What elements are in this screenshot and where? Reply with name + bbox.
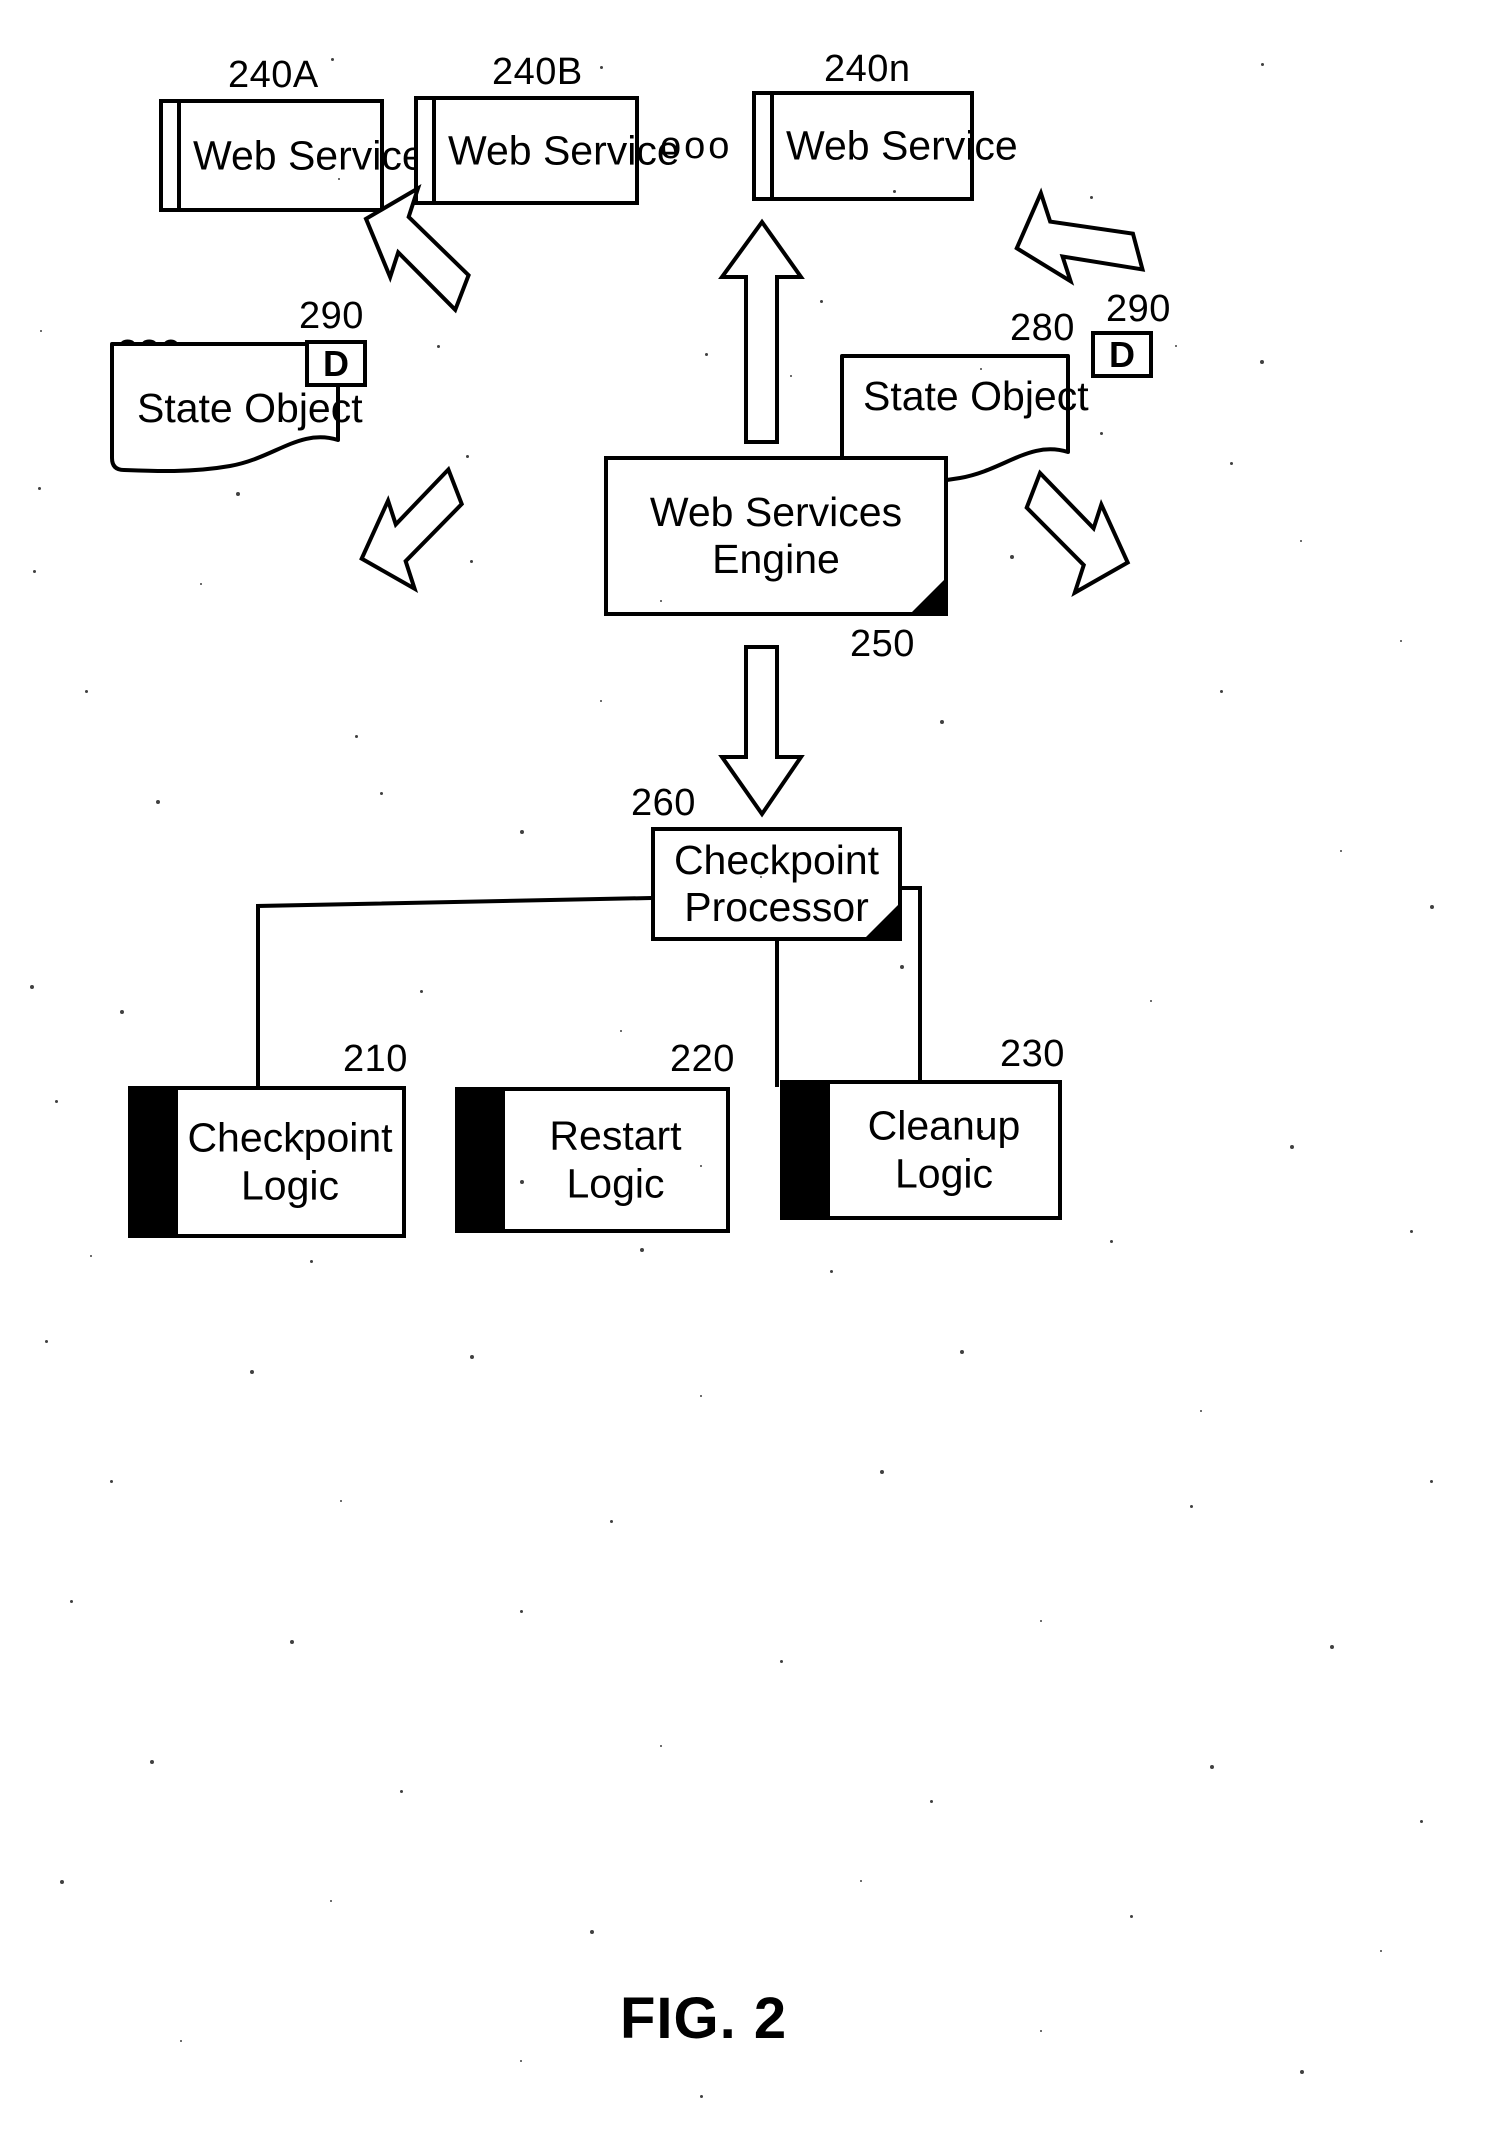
cleanup-logic-label: Cleanup Logic [830, 1102, 1058, 1199]
ellipsis-label: ooo [660, 125, 732, 168]
restart-logic-label: Restart Logic [505, 1112, 726, 1209]
logic-label-line1: Cleanup Logic [868, 1103, 1021, 1197]
web-service-box-240a[interactable]: Web Service [159, 99, 384, 212]
arrow-engine-to-processor [722, 647, 801, 814]
folded-corner-icon [865, 904, 899, 938]
checkpoint-processor-label: Checkpoint Processor [674, 837, 879, 931]
folded-corner-icon [911, 579, 945, 613]
state-object-label-right: State Object [863, 373, 1089, 420]
component-spine-icon [177, 99, 181, 212]
ref-label-290-right: 290 [1106, 290, 1171, 328]
ref-label-290-left: 290 [299, 297, 364, 335]
web-service-label: Web Service [786, 123, 966, 170]
restart-logic-box[interactable]: Restart Logic [455, 1087, 730, 1233]
arrow-engine-to-lower-left [344, 469, 482, 602]
state-object-badge-left[interactable]: D [305, 340, 367, 387]
web-service-box-240b[interactable]: Web Service [414, 96, 639, 205]
component-spine-icon [770, 91, 774, 201]
processor-label-line1: Checkpoint [674, 837, 879, 883]
ref-label-240a: 240A [228, 56, 319, 94]
figure-caption: FIG. 2 [620, 1985, 787, 2052]
web-services-engine-box[interactable]: Web Services Engine [604, 456, 948, 616]
state-object-label-left: State Object [137, 385, 363, 432]
ref-label-240b: 240B [492, 53, 583, 91]
logic-label-line1: Checkpoint [187, 1115, 392, 1161]
checkpoint-logic-label: Checkpoint Logic [178, 1114, 402, 1211]
figure-page: 240A Web Service 240B Web Service ooo 24… [0, 0, 1504, 2137]
ref-label-240n: 240n [824, 50, 911, 88]
state-object-badge-right[interactable]: D [1091, 331, 1153, 378]
connector-lines [0, 0, 1504, 2137]
logic-label-line1: Restart Logic [549, 1113, 681, 1207]
checkpoint-processor-box[interactable]: Checkpoint Processor [651, 827, 902, 941]
arrow-engine-to-ws-n [1003, 170, 1145, 304]
badge-letter: D [1109, 334, 1135, 376]
web-service-box-240n[interactable]: Web Service [752, 91, 974, 201]
ref-label-280-right: 280 [1010, 309, 1075, 347]
ref-label-260: 260 [631, 784, 696, 822]
accent-bar [132, 1090, 178, 1234]
processor-label-line2: Processor [684, 884, 869, 930]
accent-bar [459, 1091, 505, 1229]
ref-label-210: 210 [343, 1040, 408, 1078]
engine-label-line1: Web Services [650, 489, 902, 535]
engine-label-line2: Engine [712, 536, 840, 582]
arrow-engine-to-ws-b [722, 222, 801, 442]
web-services-engine-label: Web Services Engine [650, 489, 902, 583]
checkpoint-logic-box[interactable]: Checkpoint Logic [128, 1086, 406, 1238]
block-arrows [0, 0, 1504, 2137]
ref-label-230: 230 [1000, 1035, 1065, 1073]
ref-label-250: 250 [850, 625, 915, 663]
web-service-label: Web Service [448, 127, 631, 174]
cleanup-logic-box[interactable]: Cleanup Logic [780, 1080, 1062, 1220]
badge-letter: D [323, 343, 349, 385]
arrow-engine-to-lower-right [1006, 472, 1145, 605]
web-service-label: Web Service [193, 132, 376, 179]
logic-label-line2: Logic [241, 1163, 339, 1209]
ref-label-220: 220 [670, 1040, 735, 1078]
component-spine-icon [432, 96, 436, 205]
accent-bar [784, 1084, 830, 1216]
